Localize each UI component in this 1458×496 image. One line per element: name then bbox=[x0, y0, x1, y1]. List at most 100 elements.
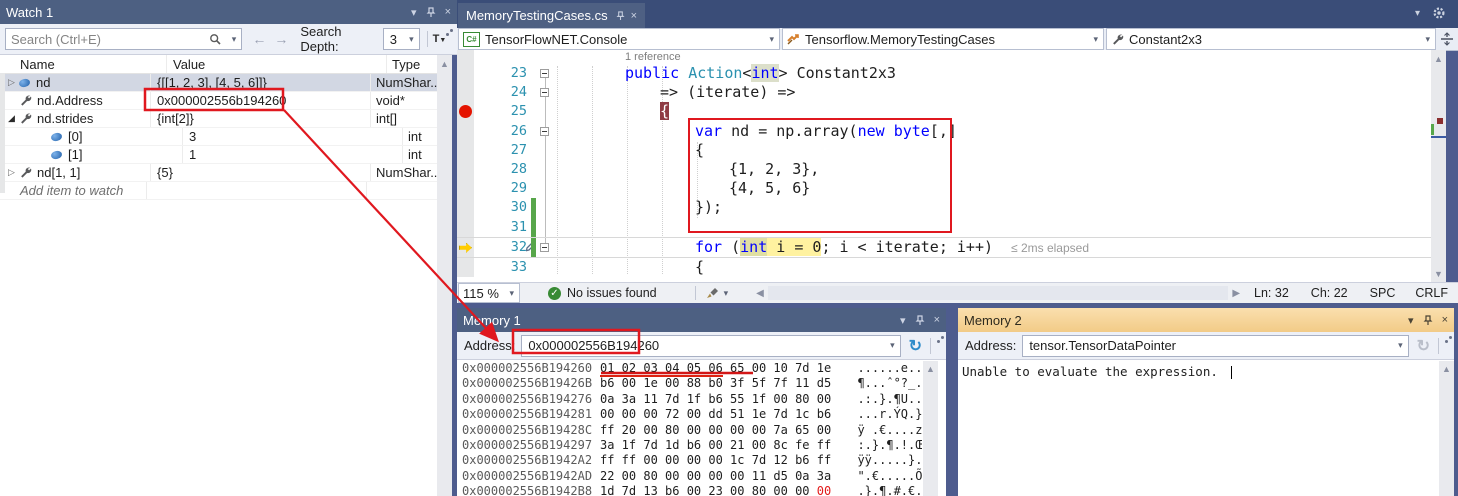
close-icon[interactable]: × bbox=[934, 314, 940, 326]
watch-row[interactable]: ▷nd{[[1, 2, 3], [4, 5, 6]]}NumShar... bbox=[0, 74, 437, 92]
breakpoint-margin[interactable] bbox=[457, 238, 474, 257]
memory-row[interactable]: 0x000002556B1942973a 1f 7d 1d b6 00 21 0… bbox=[457, 438, 922, 453]
editor-hscrollbar[interactable] bbox=[768, 286, 1228, 300]
breakpoint-margin[interactable] bbox=[457, 141, 474, 160]
tab-close-icon[interactable]: × bbox=[631, 10, 637, 22]
code-text[interactable]: var nd = np.array(new byte[,] bbox=[555, 122, 1431, 141]
outlining-margin[interactable] bbox=[537, 238, 555, 257]
outlining-margin[interactable] bbox=[537, 122, 555, 141]
search-input[interactable]: Search (Ctrl+E) ▾ bbox=[5, 28, 242, 50]
breakpoint-icon[interactable] bbox=[459, 105, 472, 118]
toolbar-overflow-icon[interactable] bbox=[1445, 340, 1448, 343]
code-text[interactable]: { bbox=[555, 258, 1431, 277]
watch-row[interactable]: ▷nd[1, 1]{5}NumShar... bbox=[0, 164, 437, 182]
breakpoint-margin[interactable] bbox=[457, 218, 474, 237]
memory-row[interactable]: 0x000002556B19426001 02 03 04 05 06 65 0… bbox=[457, 361, 922, 376]
scroll-down-icon[interactable]: ▼ bbox=[1431, 269, 1446, 279]
watch-scrollbar[interactable]: ▲ bbox=[437, 55, 452, 496]
code-text[interactable] bbox=[555, 218, 1431, 237]
breakpoint-margin[interactable] bbox=[457, 258, 474, 277]
zoom-select[interactable]: 115 %▾ bbox=[458, 283, 520, 303]
pin-icon[interactable] bbox=[1423, 315, 1433, 326]
outlining-margin[interactable] bbox=[537, 179, 555, 198]
hscroll-left-icon[interactable]: ◀ bbox=[756, 288, 764, 299]
split-editor-icon[interactable] bbox=[1440, 32, 1454, 46]
toolbar-overflow-icon[interactable] bbox=[446, 33, 449, 36]
codelens-row[interactable]: 1 reference bbox=[457, 50, 1431, 64]
search-depth-select[interactable]: 3 ▾ bbox=[383, 28, 420, 50]
search-dropdown-icon[interactable]: ▾ bbox=[227, 34, 242, 45]
memory2-title-bar[interactable]: Memory 2 ▾ × bbox=[958, 308, 1454, 332]
code-cleanup-broom-icon[interactable] bbox=[706, 287, 720, 300]
code-text[interactable]: public Action<int> Constant2x3 bbox=[555, 64, 1431, 83]
collapse-box-icon[interactable] bbox=[540, 243, 549, 252]
outlining-margin[interactable] bbox=[537, 198, 555, 217]
memory1-hex-dump[interactable]: 0x000002556B19426001 02 03 04 05 06 65 0… bbox=[457, 361, 922, 496]
collapse-box-icon[interactable] bbox=[540, 127, 549, 136]
breakpoint-margin[interactable] bbox=[457, 160, 474, 179]
breakpoint-margin[interactable] bbox=[457, 198, 474, 217]
code-text[interactable]: {4, 5, 6} bbox=[555, 179, 1431, 198]
nav-class-dropdown[interactable]: Tensorflow.MemoryTestingCases ▾ bbox=[782, 28, 1104, 50]
memory1-address-input[interactable]: 0x000002556B194260 ▾ bbox=[521, 335, 900, 357]
watch-grid-header[interactable]: Name Value Type bbox=[0, 55, 437, 74]
memory2-scrollbar[interactable]: ▲ bbox=[1439, 361, 1454, 496]
search-back-icon[interactable]: ← bbox=[252, 31, 266, 47]
outlining-margin[interactable] bbox=[537, 102, 555, 121]
pin-icon[interactable] bbox=[426, 7, 436, 18]
search-forward-icon[interactable]: → bbox=[274, 31, 288, 47]
memory-row[interactable]: 0x000002556B19426Bb6 00 1e 00 88 b0 3f 5… bbox=[457, 376, 922, 391]
code-text[interactable]: for (int i = 0; i < iterate; i++)≤ 2ms e… bbox=[555, 238, 1431, 257]
format-specifier-icon[interactable]: T▼ bbox=[433, 33, 447, 45]
memory1-scrollbar[interactable]: ▲ bbox=[923, 361, 938, 496]
watch-title-bar[interactable]: Watch 1 ▾ × bbox=[0, 0, 457, 24]
code-text[interactable]: { bbox=[555, 141, 1431, 160]
code-line-33[interactable]: 33{ bbox=[457, 258, 1431, 277]
memory-row[interactable]: 0x000002556B19428100 00 00 72 00 dd 51 1… bbox=[457, 407, 922, 422]
perf-tip[interactable]: ≤ 2ms elapsed bbox=[1011, 241, 1089, 255]
code-line-23[interactable]: 23public Action<int> Constant2x3 bbox=[457, 64, 1431, 83]
column-header-value[interactable]: Value bbox=[167, 55, 387, 73]
tabstrip-dropdown-icon[interactable]: ▾ bbox=[1415, 8, 1420, 19]
scroll-up-icon[interactable]: ▲ bbox=[1439, 361, 1454, 374]
expander-collapsed-icon[interactable]: ▷ bbox=[4, 167, 19, 178]
watch-row[interactable]: nd.Address0x000002556b194260void* bbox=[0, 92, 437, 110]
breakpoint-margin[interactable] bbox=[457, 102, 474, 121]
memory1-title-bar[interactable]: Memory 1 ▾ × bbox=[457, 308, 946, 332]
breakpoint-margin[interactable] bbox=[457, 179, 474, 198]
code-cleanup-dropdown-icon[interactable]: ▾ bbox=[724, 288, 729, 299]
outlining-margin[interactable] bbox=[537, 83, 555, 102]
window-menu-icon[interactable]: ▾ bbox=[900, 314, 906, 327]
scroll-up-icon[interactable]: ▲ bbox=[1431, 50, 1446, 64]
breakpoint-margin[interactable] bbox=[457, 122, 474, 141]
watch-add-row[interactable]: Add item to watch bbox=[0, 182, 437, 200]
outlining-margin[interactable] bbox=[537, 64, 555, 83]
code-text[interactable]: }); bbox=[555, 198, 1431, 217]
close-icon[interactable]: × bbox=[445, 6, 451, 18]
code-text[interactable]: => (iterate) => bbox=[555, 83, 1431, 102]
outlining-margin[interactable] bbox=[537, 160, 555, 179]
toolbar-overflow-icon[interactable] bbox=[937, 340, 940, 343]
hscroll-right-icon[interactable]: ▶ bbox=[1232, 288, 1240, 299]
code-text[interactable]: {1, 2, 3}, bbox=[555, 160, 1431, 179]
nav-project-dropdown[interactable]: C# TensorFlowNET.Console ▾ bbox=[458, 28, 780, 50]
watch-row[interactable]: [0]3int bbox=[0, 128, 437, 146]
window-menu-icon[interactable]: ▾ bbox=[411, 6, 417, 19]
memory-row[interactable]: 0x000002556B1942760a 3a 11 7d 1f b6 55 1… bbox=[457, 392, 922, 407]
health-check-icon[interactable]: ✓ bbox=[548, 287, 561, 300]
nav-member-dropdown[interactable]: Constant2x3 ▾ bbox=[1106, 28, 1436, 50]
refresh-icon[interactable]: ↻ bbox=[909, 336, 922, 356]
codelens-references[interactable]: 1 reference bbox=[555, 50, 1431, 64]
code-text[interactable]: { bbox=[555, 102, 1431, 121]
editor-vscrollbar[interactable]: ▲ ▼ bbox=[1431, 50, 1446, 282]
editor-body[interactable]: 1 reference23public Action<int> Constant… bbox=[457, 50, 1431, 282]
close-icon[interactable]: × bbox=[1442, 314, 1448, 326]
outlining-margin[interactable] bbox=[537, 141, 555, 160]
window-menu-icon[interactable]: ▾ bbox=[1408, 314, 1414, 327]
column-header-type[interactable]: Type bbox=[387, 55, 437, 73]
watch-row[interactable]: [1]1int bbox=[0, 146, 437, 164]
memory-row[interactable]: 0x000002556B19428Cff 20 00 80 00 00 00 0… bbox=[457, 423, 922, 438]
tab-memorytestingcases[interactable]: MemoryTestingCases.cs × bbox=[458, 3, 645, 28]
breakpoint-margin[interactable] bbox=[457, 83, 474, 102]
issues-label[interactable]: No issues found bbox=[567, 286, 657, 300]
